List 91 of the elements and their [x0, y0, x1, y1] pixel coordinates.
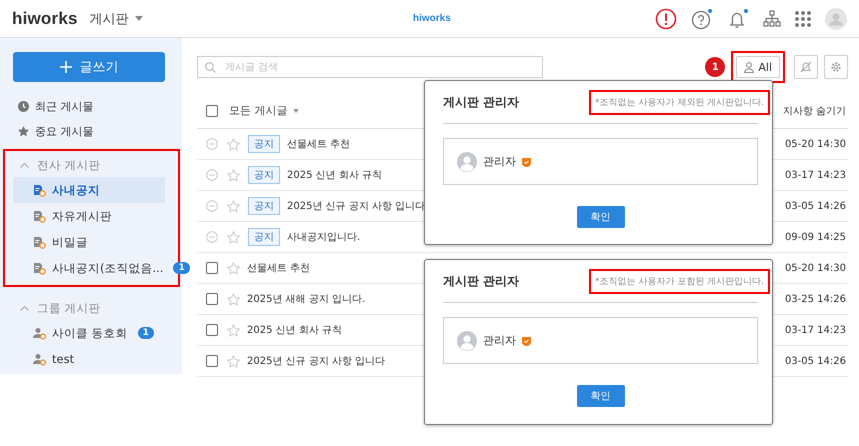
post-title[interactable]: 2025 신년 회사 규칙	[287, 168, 382, 182]
post-date: 03-05 14:26	[784, 200, 846, 212]
alert-icon[interactable]	[655, 8, 677, 30]
shield-icon	[522, 336, 531, 346]
board-item[interactable]: 비밀글	[13, 229, 165, 255]
star-icon[interactable]	[227, 138, 240, 150]
post-title[interactable]: 선물세트 추천	[287, 137, 350, 151]
minus-circle-icon	[206, 138, 218, 150]
hide-notices-toggle[interactable]: 지사항 숨기기	[782, 104, 846, 118]
notice-tag: 공지	[248, 197, 280, 215]
post-date: 03-17 14:23	[784, 324, 846, 336]
count-badge: 1	[173, 262, 190, 274]
count-badge: 1	[138, 327, 154, 339]
star-icon[interactable]	[227, 354, 240, 368]
board-icon	[33, 210, 46, 222]
caret-icon	[134, 16, 143, 21]
popover-title: 게시판 관리자	[443, 94, 520, 110]
app-menu[interactable]: 게시판	[90, 10, 143, 28]
group-icon	[33, 326, 46, 340]
write-button[interactable]: 글쓰기	[13, 52, 165, 82]
avatar-icon	[457, 330, 477, 350]
post-date: 03-05 14:26	[784, 356, 846, 366]
apps-grid-icon[interactable]	[795, 10, 811, 26]
post-title[interactable]: 2025년 신규 공지 사항 입니다	[287, 199, 426, 213]
avatar-icon[interactable]	[825, 8, 847, 30]
admin-name: 관리자	[483, 333, 516, 348]
all-button[interactable]: All	[736, 56, 780, 78]
star-icon[interactable]	[227, 200, 240, 212]
post-title[interactable]: 사내공지입니다.	[287, 230, 360, 244]
logo[interactable]: hiworks	[12, 8, 78, 28]
popover-title: 게시판 관리자	[443, 272, 520, 290]
star-icon[interactable]	[227, 230, 240, 244]
board-item[interactable]: 사이클 동호회 1	[13, 320, 165, 346]
org-chart-icon[interactable]	[763, 10, 781, 28]
board-icon	[33, 262, 46, 274]
board-item[interactable]: 사내공지(조직없음... 1	[13, 255, 194, 281]
checkbox[interactable]	[206, 293, 218, 305]
plus-icon	[60, 61, 72, 73]
checkbox[interactable]	[206, 324, 218, 336]
popover-note: *조직없는 사용자가 제외된 게시판입니다.	[589, 90, 770, 114]
post-title[interactable]: 2025 신년 회사 규칙	[247, 323, 342, 337]
notice-tag: 공지	[248, 166, 280, 184]
search-icon	[205, 62, 216, 73]
sidebar-item[interactable]: 중요 게시물	[0, 119, 182, 144]
board-icon	[33, 184, 46, 196]
board-item[interactable]: 자유게시판	[13, 203, 165, 229]
bell-icon[interactable]	[727, 8, 749, 30]
star-icon[interactable]	[227, 292, 240, 306]
avatar-icon	[457, 152, 477, 172]
confirm-button[interactable]: 확인	[576, 206, 624, 228]
post-date: 03-25 14:26	[784, 294, 846, 304]
post-date: 05-20 14:30	[784, 138, 846, 150]
popover-note: *조직없는 사용자가 포함된 게시판입니다.	[589, 268, 770, 294]
settings-icon	[830, 61, 842, 73]
search-field[interactable]: 게시글 검색	[197, 56, 543, 78]
notice-tag: 공지	[248, 228, 280, 246]
post-title[interactable]: 선물세트 추천	[247, 261, 310, 275]
settings-button[interactable]	[824, 55, 848, 79]
minus-circle-icon	[206, 200, 218, 212]
filter-dropdown[interactable]: 모든 게시글	[229, 103, 298, 118]
sidebar-item[interactable]: 최근 게시물	[0, 94, 182, 119]
notification-off-button[interactable]	[794, 55, 818, 79]
admin-name: 관리자	[483, 154, 516, 169]
star-icon	[18, 126, 29, 137]
post-title[interactable]: 2025년 새해 공지 입니다.	[247, 292, 366, 306]
confirm-button[interactable]: 확인	[576, 385, 624, 407]
group-icon	[33, 352, 46, 366]
post-date: 09-09 14:25	[784, 232, 846, 242]
star-icon[interactable]	[227, 262, 240, 274]
checkbox[interactable]	[206, 355, 218, 367]
caret-icon	[292, 108, 298, 112]
shield-icon	[522, 156, 531, 166]
notice-tag: 공지	[248, 135, 280, 153]
star-icon[interactable]	[227, 324, 240, 336]
bell-off-icon	[800, 61, 812, 73]
logo: hiworks	[413, 13, 451, 24]
checkbox[interactable]	[206, 104, 218, 116]
post-date: 05-20 14:30	[784, 262, 846, 274]
board-icon	[33, 236, 46, 248]
star-icon[interactable]	[227, 168, 240, 182]
post-date: 03-17 14:23	[784, 170, 846, 180]
post-title[interactable]: 2025년 신규 공지 사항 입니다	[247, 354, 386, 368]
person-icon	[744, 62, 754, 72]
clock-icon	[18, 101, 29, 112]
minus-circle-icon	[206, 231, 218, 243]
checkbox[interactable]	[206, 262, 218, 274]
step-badge: 1	[705, 57, 726, 77]
minus-circle-icon	[206, 169, 218, 181]
help-icon[interactable]	[691, 8, 713, 30]
board-item[interactable]: 사내공지	[13, 177, 165, 203]
board-item[interactable]: test	[13, 346, 165, 372]
